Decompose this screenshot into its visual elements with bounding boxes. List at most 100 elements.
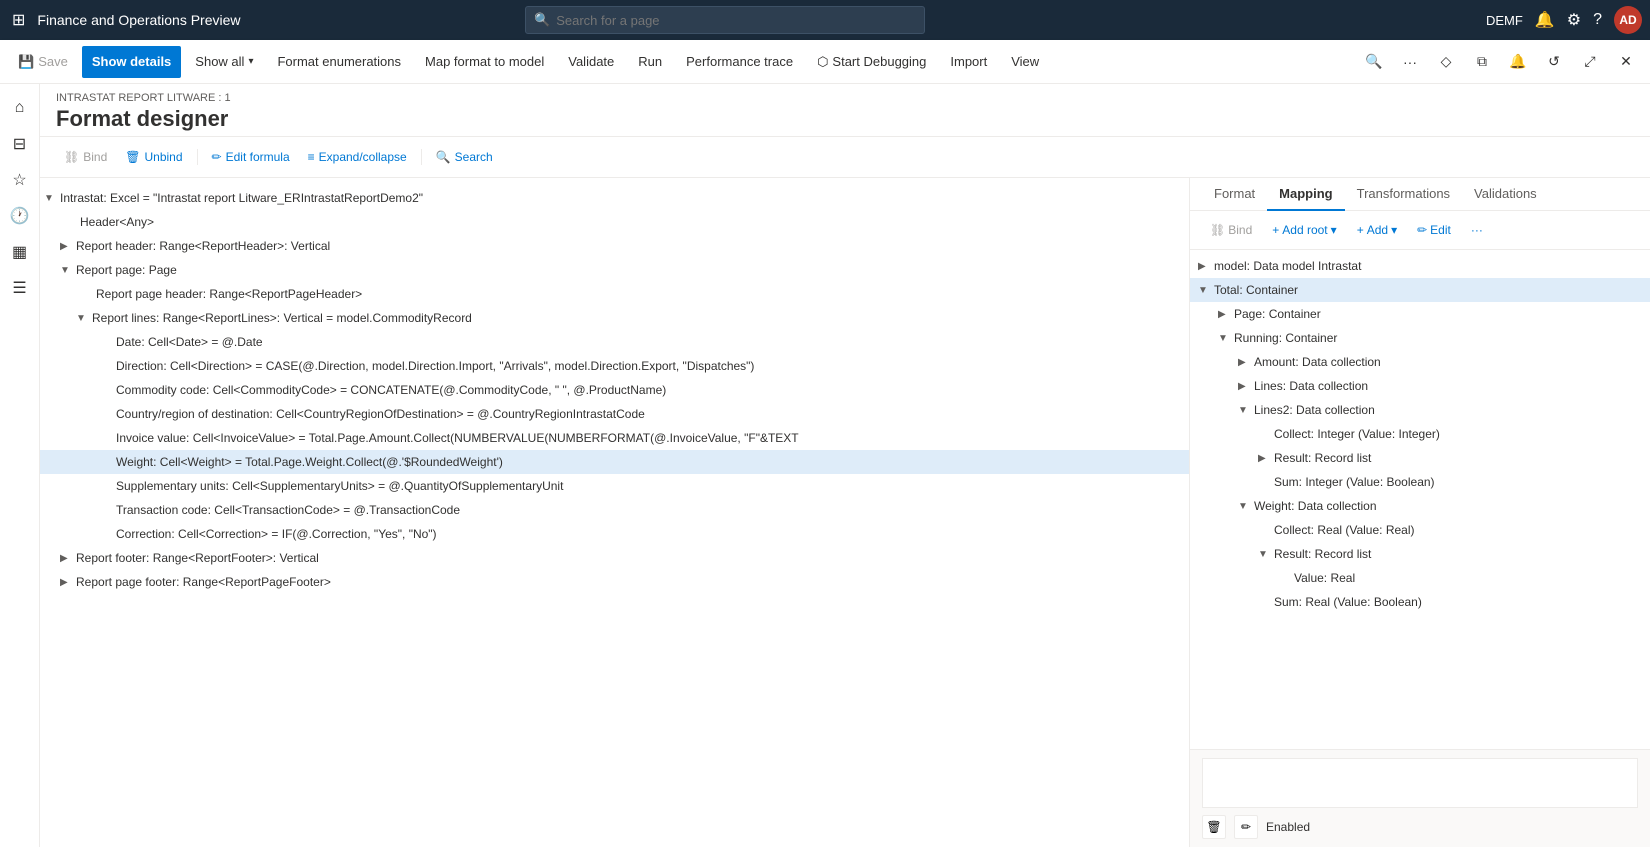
- search-designer-icon: 🔍: [436, 150, 451, 164]
- m-tree-item-weight[interactable]: ▼ Weight: Data collection: [1190, 494, 1650, 518]
- expand-icon: ▼: [76, 313, 92, 324]
- mapping-tree: ▶ model: Data model Intrastat ▼ Total: C…: [1190, 250, 1650, 749]
- import-button[interactable]: Import: [940, 46, 997, 78]
- sidebar-home-icon[interactable]: ⌂: [4, 92, 36, 124]
- tree-item-weight[interactable]: Weight: Cell<Weight> = Total.Page.Weight…: [40, 450, 1189, 474]
- favorite-icon[interactable]: ◇: [1430, 46, 1462, 78]
- formula-delete-button[interactable]: 🗑: [1202, 815, 1226, 839]
- m-tree-item-page[interactable]: ▶ Page: Container: [1190, 302, 1650, 326]
- designer-toolbar: ⛓ Bind 🗑 Unbind ✏ Edit formula ≡ Expand/…: [40, 137, 1650, 178]
- expand-collapse-button[interactable]: ≡ Expand/collapse: [300, 143, 415, 171]
- sidebar-list-icon[interactable]: ☰: [4, 272, 36, 304]
- show-all-button[interactable]: Show all ▾: [185, 46, 263, 78]
- bind-button[interactable]: ⛓ Bind: [56, 143, 115, 171]
- performance-trace-button[interactable]: Performance trace: [676, 46, 803, 78]
- tree-item[interactable]: Header<Any>: [40, 210, 1189, 234]
- m-tree-item-sum-int[interactable]: Sum: Integer (Value: Boolean): [1190, 470, 1650, 494]
- start-debugging-button[interactable]: ⬡ Start Debugging: [807, 46, 936, 78]
- format-enumerations-button[interactable]: Format enumerations: [267, 46, 411, 78]
- sidebar-clock-icon[interactable]: 🕐: [4, 200, 36, 232]
- expand-icon: ▼: [1218, 333, 1234, 344]
- app-grid-icon[interactable]: ⊞: [8, 6, 29, 34]
- expand-icon: [100, 529, 116, 540]
- m-tree-item-running[interactable]: ▼ Running: Container: [1190, 326, 1650, 350]
- tree-item[interactable]: Invoice value: Cell<InvoiceValue> = Tota…: [40, 426, 1189, 450]
- sidebar-star-icon[interactable]: ☆: [4, 164, 36, 196]
- top-navigation: ⊞ Finance and Operations Preview 🔍 DEMF …: [0, 0, 1650, 40]
- tab-transformations[interactable]: Transformations: [1345, 178, 1462, 211]
- tree-item[interactable]: Report page header: Range<ReportPageHead…: [40, 282, 1189, 306]
- edit-mapping-button[interactable]: ✏ Edit: [1409, 217, 1459, 243]
- notification-cmd-icon[interactable]: 🔔: [1502, 46, 1534, 78]
- validate-button[interactable]: Validate: [558, 46, 624, 78]
- sidebar-filter-icon[interactable]: ⊟: [4, 128, 36, 160]
- show-details-button[interactable]: Show details: [82, 46, 181, 78]
- add-root-button[interactable]: + Add root ▾: [1264, 217, 1344, 243]
- left-sidebar: ⌂ ⊟ ☆ 🕐 ▦ ☰: [0, 84, 40, 847]
- more-options-button[interactable]: ···: [1394, 46, 1426, 78]
- m-tree-item-collect-real[interactable]: Collect: Real (Value: Real): [1190, 518, 1650, 542]
- m-tree-item-result[interactable]: ▶ Result: Record list: [1190, 446, 1650, 470]
- mapping-bind-button[interactable]: ⛓ Bind: [1202, 217, 1260, 243]
- top-right-controls: DEMF 🔔 ⚙ ? AD: [1486, 6, 1642, 34]
- expand-icon: ▼: [1198, 285, 1214, 296]
- tree-item[interactable]: Supplementary units: Cell<SupplementaryU…: [40, 474, 1189, 498]
- expand-icon: ▼: [60, 265, 76, 276]
- tree-item[interactable]: ▶ Report page footer: Range<ReportPageFo…: [40, 570, 1189, 594]
- m-tree-item-amount[interactable]: ▶ Amount: Data collection: [1190, 350, 1650, 374]
- m-tree-item-total[interactable]: ▼ Total: Container: [1190, 278, 1650, 302]
- unbind-button[interactable]: 🗑 Unbind: [117, 143, 190, 171]
- tree-item[interactable]: ▼ Report page: Page: [40, 258, 1189, 282]
- global-search-input[interactable]: [556, 13, 916, 28]
- formula-input[interactable]: [1202, 758, 1638, 808]
- map-format-button[interactable]: Map format to model: [415, 46, 554, 78]
- edit-formula-button[interactable]: ✏ Edit formula: [204, 143, 298, 171]
- tree-item[interactable]: Country/region of destination: Cell<Coun…: [40, 402, 1189, 426]
- view-button[interactable]: View: [1001, 46, 1049, 78]
- refresh-icon[interactable]: ↺: [1538, 46, 1570, 78]
- split-view-icon[interactable]: ⧉: [1466, 46, 1498, 78]
- notification-icon[interactable]: 🔔: [1535, 10, 1555, 30]
- add-button[interactable]: + Add ▾: [1349, 217, 1405, 243]
- more-mapping-button[interactable]: ···: [1463, 217, 1491, 243]
- global-search-bar[interactable]: 🔍: [525, 6, 925, 34]
- save-button[interactable]: 💾 Save: [8, 46, 78, 78]
- tab-format[interactable]: Format: [1202, 178, 1267, 211]
- user-avatar[interactable]: AD: [1614, 6, 1642, 34]
- expand-collapse-icon: ≡: [308, 150, 315, 164]
- formula-edit-button[interactable]: ✏: [1234, 815, 1258, 839]
- tree-item[interactable]: ▼ Report lines: Range<ReportLines>: Vert…: [40, 306, 1189, 330]
- run-button[interactable]: Run: [628, 46, 672, 78]
- tree-item[interactable]: Commodity code: Cell<CommodityCode> = CO…: [40, 378, 1189, 402]
- tree-item[interactable]: Correction: Cell<Correction> = IF(@.Corr…: [40, 522, 1189, 546]
- debug-icon: ⬡: [817, 54, 828, 70]
- m-tree-item-lines2[interactable]: ▼ Lines2: Data collection: [1190, 398, 1650, 422]
- expand-icon: [1258, 477, 1274, 488]
- expand-icon: [100, 481, 116, 492]
- close-icon[interactable]: ✕: [1610, 46, 1642, 78]
- expand-icon: ▼: [1238, 405, 1254, 416]
- search-cmd-icon[interactable]: 🔍: [1358, 46, 1390, 78]
- tree-item[interactable]: ▶ Report header: Range<ReportHeader>: Ve…: [40, 234, 1189, 258]
- m-tree-item-lines[interactable]: ▶ Lines: Data collection: [1190, 374, 1650, 398]
- expand-icon: ▶: [60, 241, 76, 252]
- mapping-panel: Format Mapping Transformations Validatio…: [1190, 178, 1650, 847]
- m-tree-item-sum-real[interactable]: Sum: Real (Value: Boolean): [1190, 590, 1650, 614]
- search-designer-button[interactable]: 🔍 Search: [428, 143, 501, 171]
- m-tree-item-value-real[interactable]: Value: Real: [1190, 566, 1650, 590]
- sidebar-grid-icon[interactable]: ▦: [4, 236, 36, 268]
- tree-item[interactable]: Transaction code: Cell<TransactionCode> …: [40, 498, 1189, 522]
- help-icon[interactable]: ?: [1593, 11, 1602, 29]
- tree-item[interactable]: Direction: Cell<Direction> = CASE(@.Dire…: [40, 354, 1189, 378]
- tab-validations[interactable]: Validations: [1462, 178, 1549, 211]
- tree-item[interactable]: ▶ Report footer: Range<ReportFooter>: Ve…: [40, 546, 1189, 570]
- m-tree-item-model[interactable]: ▶ model: Data model Intrastat: [1190, 254, 1650, 278]
- m-tree-item-result2[interactable]: ▼ Result: Record list: [1190, 542, 1650, 566]
- tree-item[interactable]: Date: Cell<Date> = @.Date: [40, 330, 1189, 354]
- tab-mapping[interactable]: Mapping: [1267, 178, 1344, 211]
- settings-icon[interactable]: ⚙: [1567, 10, 1581, 30]
- m-tree-item-collect-int[interactable]: Collect: Integer (Value: Integer): [1190, 422, 1650, 446]
- tree-item[interactable]: ▼ Intrastat: Excel = "Intrastat report L…: [40, 186, 1189, 210]
- tree-item-text: Intrastat: Excel = "Intrastat report Lit…: [60, 191, 423, 205]
- expand-icon[interactable]: ⤢: [1574, 46, 1606, 78]
